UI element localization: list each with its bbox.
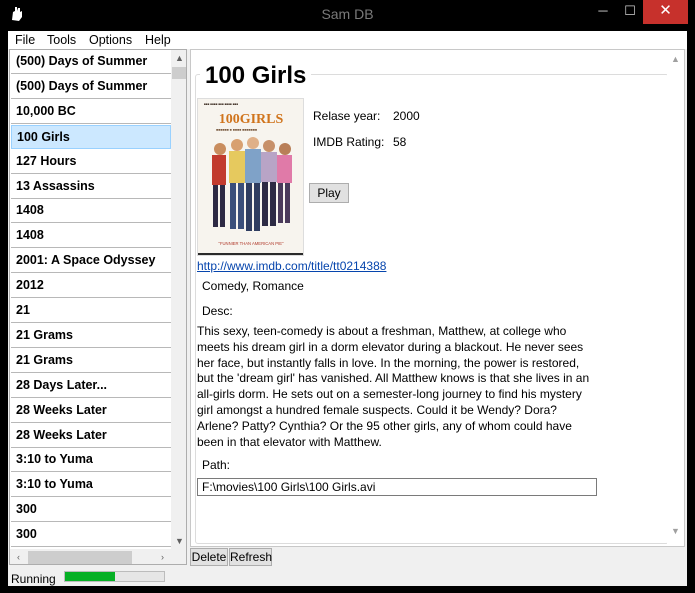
release-year-value: 2000 <box>393 109 420 123</box>
movie-list-item[interactable]: 100 Girls <box>11 124 171 149</box>
poster-image: ■■■ ■■■■ ■■■ ■■■■ ■■■ 100GIRLS ■■■■■■ ■ … <box>198 99 303 255</box>
movie-detail-panel: 100 Girls ■■■ ■■■■ ■■■ ■■■■ ■■■ 100GIRLS… <box>190 49 685 547</box>
movie-list-item[interactable]: 28 Weeks Later <box>11 399 171 423</box>
movie-list-item[interactable]: (500) Days of Summer <box>11 75 171 99</box>
detail-scroll-up-icon[interactable]: ▲ <box>667 54 684 64</box>
status-bar: Running <box>8 566 687 586</box>
path-label: Path: <box>202 458 231 472</box>
delete-button[interactable]: Delete <box>190 548 228 566</box>
movie-list-item[interactable]: 1408 <box>11 224 171 249</box>
vertical-scrollbar[interactable]: ▲ ▼ <box>171 50 186 550</box>
progress-bar <box>64 571 165 582</box>
movie-list-item[interactable]: 10,000 BC <box>11 100 171 124</box>
movie-list[interactable]: (500) Days of Summer (500) Days of Summer… <box>9 49 187 565</box>
movie-list-item[interactable]: 1408 <box>11 199 171 224</box>
movie-title: 100 Girls <box>200 62 312 90</box>
movie-list-item[interactable]: 13 Assassins <box>11 175 171 199</box>
imdb-rating-value: 58 <box>393 135 407 149</box>
desc-label: Desc: <box>202 304 233 318</box>
menu-help[interactable]: Help <box>145 33 171 47</box>
detail-scroll-down-icon[interactable]: ▼ <box>667 526 684 536</box>
status-text: Running <box>11 572 56 586</box>
svg-text:■■■■■■ ■ ■■■■ ■■■■■■■: ■■■■■■ ■ ■■■■ ■■■■■■■ <box>216 128 257 132</box>
scroll-thumb[interactable] <box>172 67 186 79</box>
svg-text:■■■ ■■■■ ■■■ ■■■■ ■■■: ■■■ ■■■■ ■■■ ■■■■ ■■■ <box>204 102 238 106</box>
play-button[interactable]: Play <box>309 183 349 203</box>
movie-list-item[interactable]: 2012 <box>11 274 171 299</box>
scroll-corner <box>171 549 186 564</box>
imdb-rating-label: IMDB Rating: <box>313 135 385 149</box>
movie-list-item[interactable]: 3:10 to Yuma <box>11 448 171 473</box>
progress-fill <box>65 572 115 581</box>
window-client: File Tools Options Help (500) Days of Su… <box>8 31 687 586</box>
movie-list-item[interactable]: 21 <box>11 299 171 323</box>
menu-options[interactable]: Options <box>89 33 132 47</box>
imdb-link[interactable]: http://www.imdb.com/title/tt0214388 <box>197 259 386 273</box>
movie-list-item[interactable]: 21 Grams <box>11 349 171 373</box>
scroll-down-icon[interactable]: ▼ <box>171 533 186 550</box>
menu-tools[interactable]: Tools <box>47 33 76 47</box>
menu-file[interactable]: File <box>15 33 35 47</box>
close-button[interactable]: ✕ <box>643 0 688 24</box>
scroll-right-icon[interactable]: › <box>154 549 171 564</box>
movie-list-item[interactable]: 21 Grams <box>11 324 171 348</box>
movie-list-item[interactable]: (500) Days of Summer <box>11 50 171 74</box>
path-field[interactable]: F:\movies\100 Girls\100 Girls.avi <box>197 478 597 496</box>
movie-list-item[interactable]: 300 <box>11 523 171 548</box>
movie-list-item[interactable]: 127 Hours <box>11 150 171 174</box>
scroll-left-icon[interactable]: ‹ <box>10 549 27 564</box>
movie-list-item[interactable]: 28 Days Later... <box>11 374 171 398</box>
movie-list-item[interactable]: 2001: A Space Odyssey <box>11 249 171 274</box>
description-text: This sexy, teen-comedy is about a freshm… <box>197 324 590 449</box>
movie-poster: ■■■ ■■■■ ■■■ ■■■■ ■■■ 100GIRLS ■■■■■■ ■ … <box>197 98 304 256</box>
svg-text:"FUNNIER THAN AMERICAN PIE": "FUNNIER THAN AMERICAN PIE" <box>218 241 284 246</box>
refresh-button[interactable]: Refresh <box>229 548 272 566</box>
movie-list-item[interactable]: 3:10 to Yuma <box>11 473 171 498</box>
movie-list-item[interactable]: 28 Weeks Later <box>11 424 171 448</box>
scroll-up-icon[interactable]: ▲ <box>171 50 186 67</box>
movie-list-item[interactable]: 300 <box>11 498 171 523</box>
release-year-label: Relase year: <box>313 109 381 123</box>
horizontal-scrollbar[interactable]: ‹ › <box>10 549 171 564</box>
genres-text: Comedy, Romance <box>202 279 304 293</box>
svg-text:100GIRLS: 100GIRLS <box>219 112 284 127</box>
detail-scrollbar[interactable]: ▲ ▼ <box>667 50 684 546</box>
title-bar: Sam DB ─ ☐ ✕ <box>0 0 695 31</box>
menu-bar: File Tools Options Help <box>8 31 687 49</box>
horizontal-scroll-thumb[interactable] <box>28 551 132 564</box>
